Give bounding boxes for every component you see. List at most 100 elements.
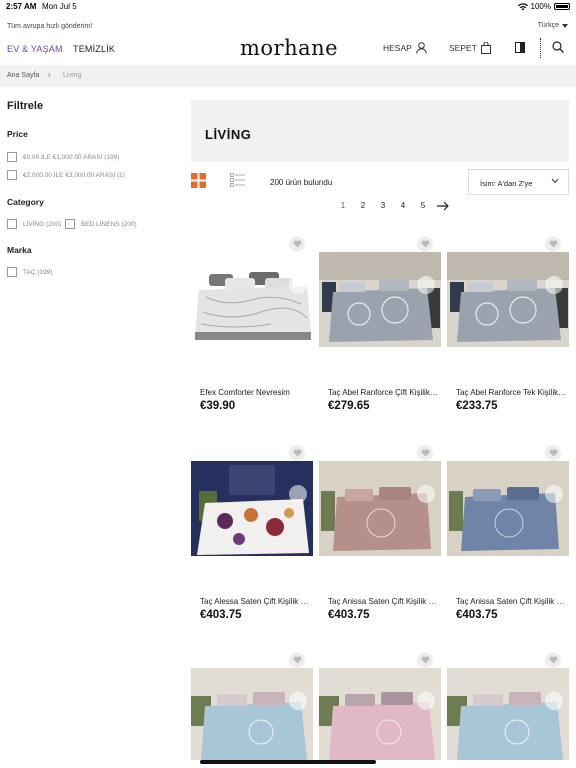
page-1[interactable]: 1	[333, 199, 353, 213]
nav-ev-yasam[interactable]: EV & YAŞAM	[7, 44, 63, 54]
filter-option-label: LİVİNG (200)	[23, 220, 62, 228]
filter-option-bed-linens[interactable]: BED LİNENS (200)	[65, 219, 137, 229]
nav-temizlik[interactable]: TEMİZLİK	[73, 44, 115, 54]
product-card[interactable]: Taç Anissa Saten Çift Kişilik Nevresim €…	[447, 445, 569, 645]
filter-option-tac[interactable]: TAÇ (199)	[7, 267, 53, 277]
compare-button[interactable]	[289, 692, 307, 710]
checkbox[interactable]	[7, 152, 17, 162]
filter-option-label: €0.00 İLE €1,000.00 ARASI (199)	[23, 153, 120, 161]
language-selector[interactable]: Türkçe	[538, 22, 568, 29]
bedding-floral-photo	[191, 461, 313, 556]
product-name[interactable]: Taç Anissa Saten Çift Kişilik Nevresim	[328, 597, 440, 606]
filter-option-price-2[interactable]: €2,000.00 İLE €3,000.00 ARASI (1)	[7, 170, 125, 180]
page-5[interactable]: 5	[413, 199, 433, 213]
favorite-button[interactable]	[289, 652, 305, 668]
battery-icon	[554, 3, 570, 10]
product-card[interactable]: Taç Abel Ranforce Çift Kişilik Nevresim …	[319, 236, 441, 436]
page-4[interactable]: 4	[393, 199, 413, 213]
compare-button[interactable]	[417, 485, 435, 503]
product-image[interactable]	[319, 668, 441, 760]
category-title: LİVİNG	[205, 127, 252, 142]
cart-button[interactable]: SEPET	[449, 42, 491, 54]
heart-icon	[292, 656, 302, 664]
product-card[interactable]	[191, 652, 313, 760]
product-count: 200 ürün bulundu	[270, 178, 333, 187]
favorite-button[interactable]	[417, 652, 433, 668]
compare-button[interactable]	[545, 692, 563, 710]
product-name[interactable]: Taç Abel Ranforce Çift Kişilik Nevresim	[328, 388, 440, 397]
search-icon[interactable]	[552, 41, 564, 53]
heart-icon	[420, 449, 430, 457]
chevron-down-icon	[551, 178, 559, 184]
page-3[interactable]: 3	[373, 199, 393, 213]
product-image[interactable]	[319, 461, 441, 556]
favorite-button[interactable]	[417, 236, 433, 252]
product-name[interactable]: Taç Abel Ranforce Tek Kişilik Nevresim	[456, 388, 568, 397]
filter-option-living[interactable]: LİVİNG (200)	[7, 219, 61, 229]
checkbox[interactable]	[65, 219, 75, 229]
bedding-grey-medallion-photo	[319, 252, 441, 347]
product-card[interactable]: Taç Anissa Saten Çift Kişilik Nevresim €…	[319, 445, 441, 645]
status-time: 2:57 AM	[6, 2, 37, 11]
product-image[interactable]	[447, 461, 569, 556]
product-image[interactable]	[447, 668, 569, 760]
checkbox[interactable]	[7, 219, 17, 229]
product-image[interactable]	[319, 252, 441, 347]
breadcrumb: Ana Sayfa › Living	[0, 65, 576, 87]
product-image[interactable]	[191, 252, 313, 347]
compare-icon[interactable]	[515, 42, 525, 53]
product-image[interactable]	[447, 252, 569, 347]
compare-button[interactable]	[289, 485, 307, 503]
favorite-button[interactable]	[545, 445, 561, 461]
filter-section-category: Category	[7, 197, 44, 207]
page-2[interactable]: 2	[353, 199, 373, 213]
favorite-button[interactable]	[545, 236, 561, 252]
compare-button[interactable]	[289, 276, 307, 294]
product-card[interactable]	[319, 652, 441, 760]
compare-button[interactable]	[417, 276, 435, 294]
compare-button[interactable]	[545, 276, 563, 294]
favorite-button[interactable]	[289, 236, 305, 252]
bedding-pink-photo	[319, 668, 441, 760]
product-image[interactable]	[191, 461, 313, 556]
product-card[interactable]: Taç Alessa Saten Çift Kişilik Nevresim €…	[191, 445, 313, 645]
list-view-icon[interactable]	[230, 173, 245, 188]
product-price: €403.75	[328, 609, 370, 621]
home-indicator[interactable]	[200, 760, 376, 764]
bedding-light-blue-photo	[447, 668, 569, 760]
bedding-light-blue-photo	[191, 668, 313, 760]
arrow-right-icon[interactable]	[433, 199, 453, 213]
filter-option-label: BED LİNENS (200)	[81, 220, 137, 228]
filter-title: Filtrele	[7, 100, 44, 112]
announcement-bar: Tüm avrupa hızlı gönderim! Türkçe	[0, 18, 576, 36]
grid-view-icon[interactable]	[191, 173, 206, 188]
compare-button[interactable]	[417, 692, 435, 710]
heart-icon	[292, 240, 302, 248]
account-button[interactable]: HESAP	[383, 42, 427, 54]
breadcrumb-home[interactable]: Ana Sayfa	[7, 72, 39, 79]
product-card[interactable]	[447, 652, 569, 760]
product-name[interactable]: Efex Comforter Nevresim	[200, 388, 312, 397]
favorite-button[interactable]	[545, 652, 561, 668]
heart-icon	[420, 240, 430, 248]
bedding-blue-photo	[447, 461, 569, 556]
favorite-button[interactable]	[417, 445, 433, 461]
product-card[interactable]: Efex Comforter Nevresim €39.90	[191, 236, 313, 436]
heart-icon	[548, 656, 558, 664]
account-label: HESAP	[383, 43, 412, 53]
product-image[interactable]	[191, 668, 313, 760]
product-card[interactable]: Taç Abel Ranforce Tek Kişilik Nevresim €…	[447, 236, 569, 436]
product-name[interactable]: Taç Anissa Saten Çift Kişilik Nevresim	[456, 597, 568, 606]
checkbox[interactable]	[7, 267, 17, 277]
site-logo[interactable]: morhane	[240, 36, 338, 60]
filter-option-price-1[interactable]: €0.00 İLE €1,000.00 ARASI (199)	[7, 152, 119, 162]
product-name[interactable]: Taç Alessa Saten Çift Kişilik Nevresim	[200, 597, 312, 606]
category-banner: LİVİNG	[191, 100, 569, 162]
compare-button[interactable]	[545, 485, 563, 503]
status-date: Mon Jul 5	[42, 2, 77, 11]
checkbox[interactable]	[7, 170, 17, 180]
sort-select[interactable]: İsim: A'dan Z'ye	[468, 169, 569, 195]
filter-option-label: TAÇ (199)	[23, 268, 53, 276]
caret-down-icon	[562, 23, 568, 28]
favorite-button[interactable]	[289, 445, 305, 461]
